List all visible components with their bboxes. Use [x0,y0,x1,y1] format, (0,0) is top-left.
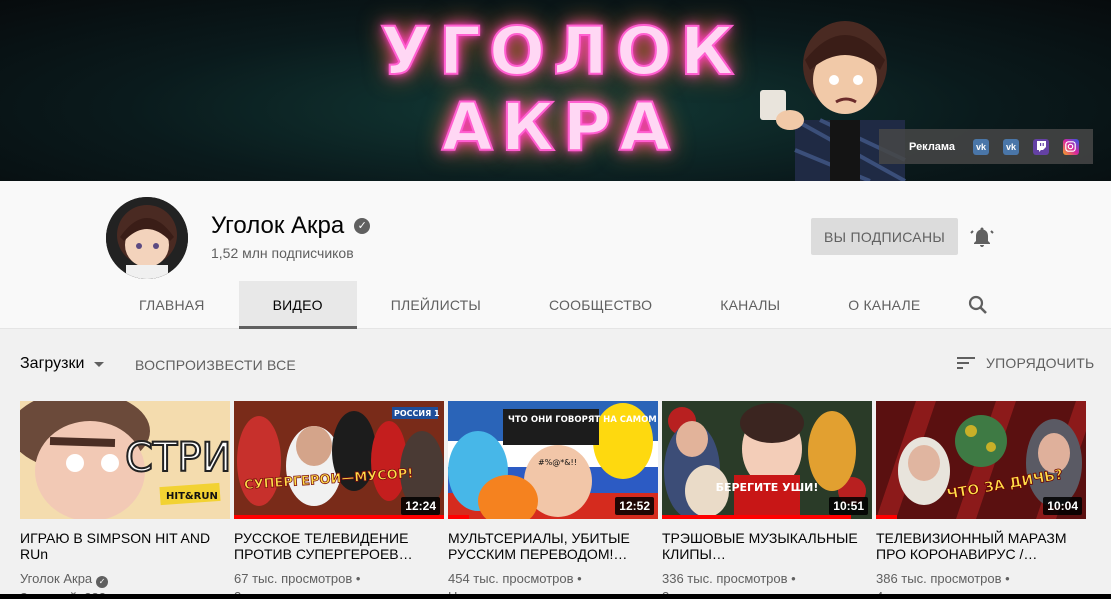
video-duration: 10:51 [829,497,868,515]
video-card[interactable]: РОССИЯ 1 СУПЕРГЕРОИ—МУСОР! 12:24 РУССКОЕ… [234,401,444,599]
video-thumbnail[interactable]: СТРИМ HIT&RUN [20,401,230,519]
video-card[interactable]: ЧТО ОНИ ГОВОРЯТ НА САМОМ ДЕЛЕ? #%@*&!! 1… [448,401,658,599]
videos-toolbar: Загрузки ВОСПРОИЗВЕСТИ ВСЕ УПОРЯДОЧИТЬ [0,329,1111,399]
banner-links: Реклама vk vk [879,129,1093,164]
video-views: 386 тыс. просмотров • [876,571,1010,586]
thumb-text: ЧТО ОНИ ГОВОРЯТ НА САМОМ ДЕЛЕ? [508,415,658,425]
bottom-edge [0,594,1111,599]
video-title[interactable]: РУССКОЕ ТЕЛЕВИДЕНИЕ ПРОТИВ СУПЕРГЕРОЕВ… [234,530,444,562]
tab-channels[interactable]: КАНАЛЫ [686,281,814,329]
vk-icon[interactable]: vk [973,138,990,155]
video-thumbnail[interactable]: ЧТО ЗА ДИЧЬ? 10:04 [876,401,1086,519]
play-all-button[interactable]: ВОСПРОИЗВЕСТИ ВСЕ [135,357,296,373]
video-thumbnail[interactable]: РОССИЯ 1 СУПЕРГЕРОИ—МУСОР! 12:24 [234,401,444,519]
avatar-illustration [106,197,188,279]
instagram-glyph [1065,141,1077,152]
video-views: 454 тыс. просмотров • [448,571,582,586]
sort-button-label: УПОРЯДОЧИТЬ [986,355,1095,371]
channel-header: Уголок Акра ✓ 1,52 млн подписчиков ВЫ ПО… [0,181,1111,329]
video-thumbnail[interactable]: ЧТО ОНИ ГОВОРЯТ НА САМОМ ДЕЛЕ? #%@*&!! 1… [448,401,658,519]
video-duration: 12:24 [401,497,440,515]
subscribed-button[interactable]: ВЫ ПОДПИСАНЫ [811,218,958,255]
notification-bell-icon[interactable] [970,225,994,249]
video-grid: СТРИМ HIT&RUN ИГРАЮ В SIMPSON HIT AND RU… [20,401,1090,599]
watch-progress-bar [234,515,444,519]
youtube-channel-page: УГОЛОК АКРА Реклама vk vk Уголок Акра ✓ … [0,0,1111,599]
thumb-speech: #%@*&!! [538,458,577,467]
video-views: 336 тыс. просмотров • [662,571,796,586]
banner-ad-link[interactable]: Реклама [909,141,955,153]
channel-banner: УГОЛОК АКРА Реклама vk vk [0,0,1111,181]
watch-progress-bar [876,515,897,519]
video-duration: 10:04 [1043,497,1082,515]
watch-progress-bar [662,515,851,519]
video-title[interactable]: ТЕЛЕВИЗИОННЫЙ МАРАЗМ ПРО КОРОНАВИРУС /… [876,530,1086,562]
verified-icon: ✓ [354,218,371,234]
twitch-icon[interactable] [1033,138,1049,155]
subscriber-count: 1,52 млн подписчиков [211,245,354,261]
sort-button[interactable]: УПОРЯДОЧИТЬ [956,355,1094,371]
video-views: 67 тыс. просмотров • [234,571,361,586]
instagram-icon[interactable] [1063,138,1079,155]
banner-title-line2: АКРА [441,89,679,167]
chevron-down-icon [94,361,105,367]
channel-tabs: ГЛАВНАЯ ВИДЕО ПЛЕЙЛИСТЫ СООБЩЕСТВО КАНАЛ… [105,281,954,329]
twitch-glyph [1037,141,1046,152]
banner-title-line1: УГОЛОК [379,13,742,91]
channel-avatar[interactable] [106,197,188,279]
uploads-dropdown[interactable]: Загрузки [20,355,105,373]
tab-videos[interactable]: ВИДЕО [238,281,357,329]
vk-icon[interactable]: vk [1003,138,1020,155]
watch-progress-bar [448,515,469,519]
thumb-text: БЕРЕГИТЕ УШИ! [716,481,819,494]
tab-home[interactable]: ГЛАВНАЯ [105,281,239,329]
video-card[interactable]: СТРИМ HIT&RUN ИГРАЮ В SIMPSON HIT AND RU… [20,401,230,599]
video-thumbnail[interactable]: БЕРЕГИТЕ УШИ! 10:51 [662,401,872,519]
sort-icon [957,357,975,369]
tab-about[interactable]: О КАНАЛЕ [814,281,954,329]
thumb-badge: РОССИЯ 1 [394,409,440,418]
thumbnail-art: СТРИМ HIT&RUN [20,401,230,519]
video-duration: 12:52 [615,497,654,515]
video-channel[interactable]: Уголок Акра ✓ [20,571,230,588]
verified-icon: ✓ [96,576,109,588]
tab-community[interactable]: СООБЩЕСТВО [515,281,686,329]
thumb-text: СТРИМ [125,435,230,481]
channel-search-icon[interactable] [966,293,990,317]
video-card[interactable]: БЕРЕГИТЕ УШИ! 10:51 ТРЭШОВЫЕ МУЗЫКАЛЬНЫЕ… [662,401,872,599]
channel-name-text: Уголок Акра [211,212,345,239]
uploads-dropdown-label: Загрузки [20,355,85,372]
banner-title: УГОЛОК АКРА [379,13,742,167]
video-card[interactable]: ЧТО ЗА ДИЧЬ? 10:04 ТЕЛЕВИЗИОННЫЙ МАРАЗМ … [876,401,1086,599]
thumb-badge: HIT&RUN [166,491,218,502]
video-channel-name: Уголок Акра [20,571,93,586]
tab-playlists[interactable]: ПЛЕЙЛИСТЫ [357,281,515,329]
channel-name: Уголок Акра ✓ [211,212,371,240]
video-title[interactable]: ТРЭШОВЫЕ МУЗЫКАЛЬНЫЕ КЛИПЫ… [662,530,872,562]
video-title[interactable]: ИГРАЮ В SIMPSON HIT AND RUn [20,530,230,562]
video-title[interactable]: МУЛЬТСЕРИАЛЫ, УБИТЫЕ РУССКИМ ПЕРЕВОДОМ!… [448,530,658,562]
